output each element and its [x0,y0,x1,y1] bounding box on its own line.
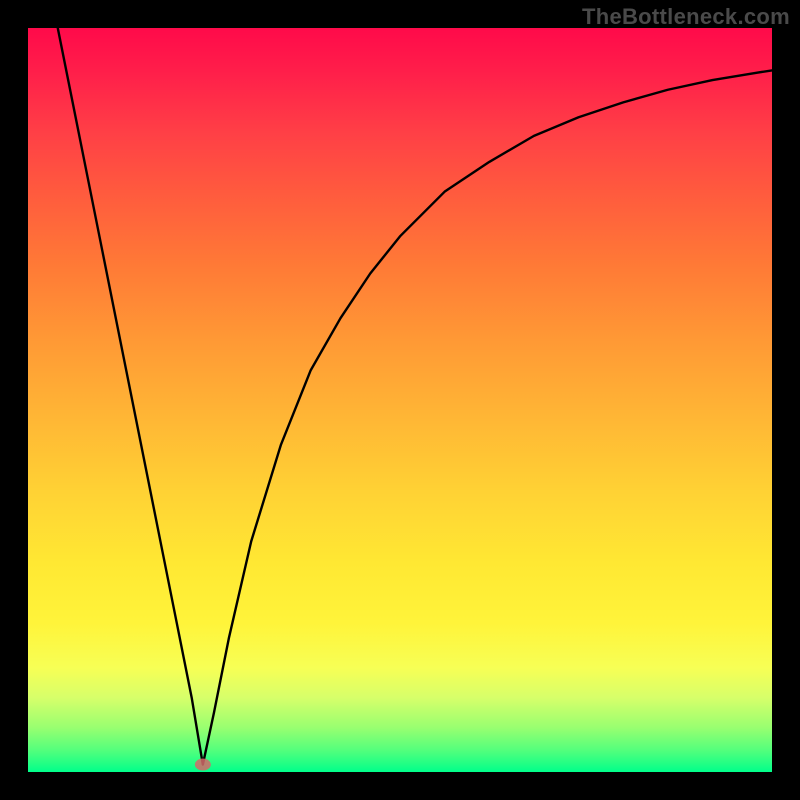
watermark-text: TheBottleneck.com [582,4,790,30]
minimum-marker [195,759,211,771]
curve-svg [28,28,772,772]
bottleneck-curve-path [58,28,772,765]
chart-frame: TheBottleneck.com [0,0,800,800]
plot-area [28,28,772,772]
